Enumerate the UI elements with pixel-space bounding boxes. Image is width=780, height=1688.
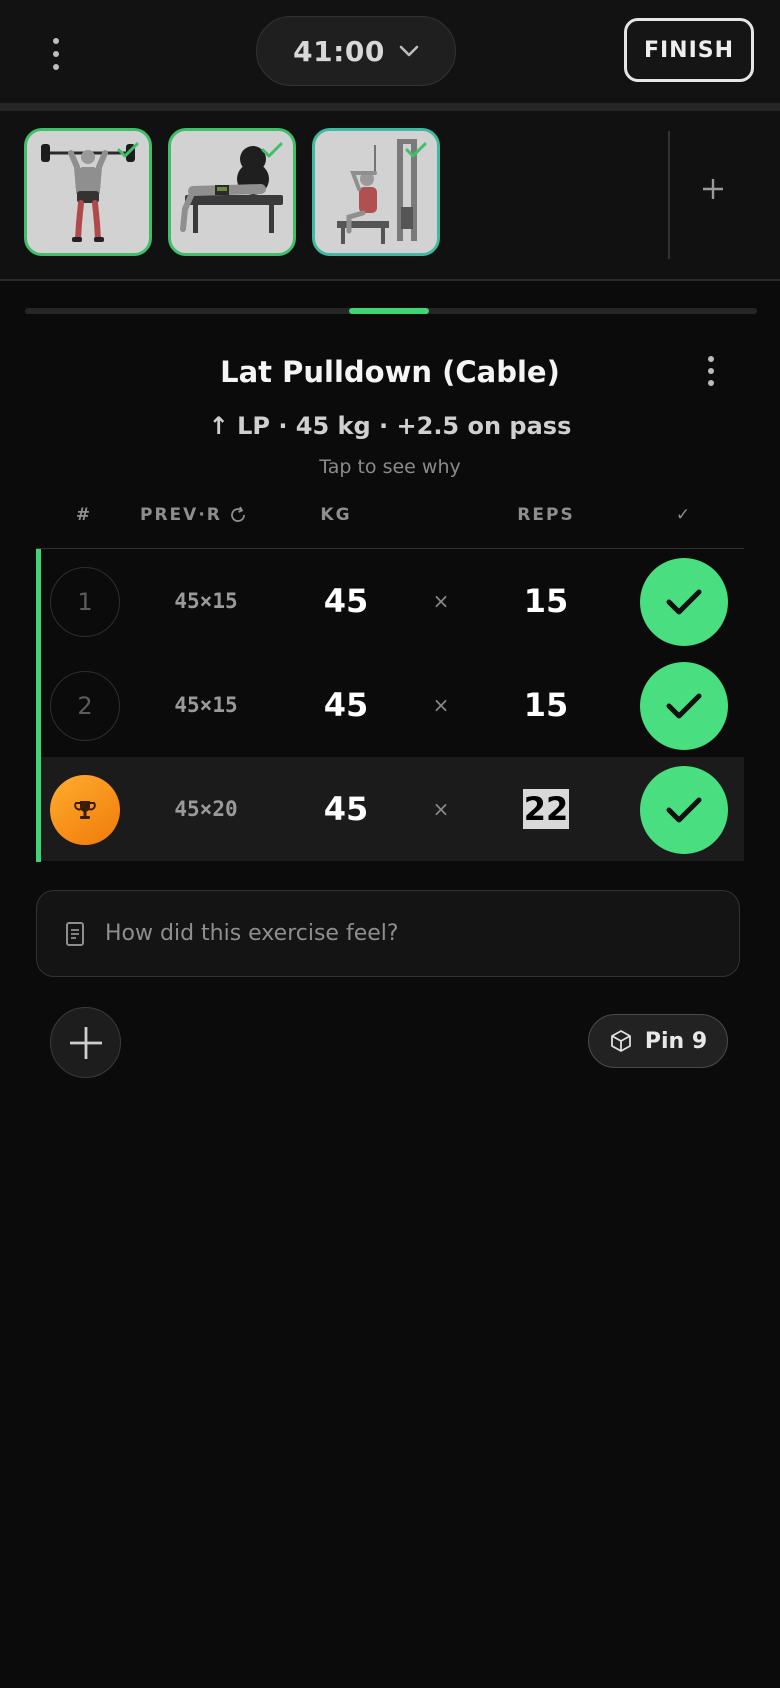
plus-icon <box>69 1026 102 1059</box>
weight-input[interactable]: 45 <box>296 653 396 757</box>
set-number[interactable]: 2 <box>50 671 120 741</box>
complete-set-button[interactable] <box>640 766 728 854</box>
exercise-menu-icon[interactable] <box>703 356 719 386</box>
complete-set-button[interactable] <box>640 558 728 646</box>
pr-set-badge[interactable] <box>50 775 120 845</box>
plus-icon <box>703 179 723 199</box>
note-icon <box>66 921 84 946</box>
check-icon <box>666 693 702 719</box>
exercise-thumb-overhead-press[interactable] <box>24 128 152 256</box>
suggestion-hint[interactable]: Tap to see why <box>0 456 780 478</box>
strip-divider <box>668 131 670 259</box>
times-separator: × <box>432 797 450 821</box>
col-header-done: ✓ <box>675 505 693 525</box>
reps-selected-value: 22 <box>522 789 570 829</box>
add-exercise-button[interactable] <box>695 171 731 207</box>
col-header-set: # <box>75 505 93 525</box>
col-header-prev-label: PREV·R <box>140 505 222 525</box>
trophy-icon <box>74 801 96 819</box>
timer-value: 41:00 <box>293 34 385 68</box>
exercise-notes-field[interactable]: How did this exercise feel? <box>36 890 740 977</box>
add-set-button[interactable] <box>50 1007 121 1078</box>
complete-set-button[interactable] <box>640 662 728 750</box>
weight-input[interactable]: 45 <box>296 549 396 653</box>
reps-input[interactable]: 15 <box>496 653 596 757</box>
refresh-icon <box>231 506 245 522</box>
notes-placeholder: How did this exercise feel? <box>105 921 399 946</box>
completed-check-icon <box>117 142 139 158</box>
exercise-progress-indicator <box>349 308 429 314</box>
weight-input[interactable]: 45 <box>296 757 396 861</box>
completed-check-icon <box>405 142 427 158</box>
top-bar: 41:00 FINISH <box>0 0 780 103</box>
set-number[interactable]: 1 <box>50 567 120 637</box>
reps-input-focused[interactable]: 22 <box>496 757 596 861</box>
previous-value[interactable]: 45×20 <box>146 757 266 861</box>
col-header-prev[interactable]: PREV·R <box>140 505 280 525</box>
pin-button[interactable]: Pin 9 <box>588 1014 728 1068</box>
workout-menu-icon[interactable] <box>44 38 68 70</box>
completed-sets-indicator <box>36 549 41 862</box>
exercise-thumb-bench-press[interactable] <box>168 128 296 256</box>
exercise-title[interactable]: Lat Pulldown (Cable) <box>0 355 780 389</box>
cube-icon <box>610 1030 631 1052</box>
col-header-reps: REPS <box>517 505 575 525</box>
exercise-strip <box>0 111 780 281</box>
previous-value[interactable]: 45×15 <box>146 653 266 757</box>
check-icon <box>666 589 702 615</box>
previous-value[interactable]: 45×15 <box>146 549 266 653</box>
finish-button[interactable]: FINISH <box>624 18 754 82</box>
set-row-current: 45×20 45 × 22 <box>36 757 744 861</box>
header-divider <box>0 103 780 111</box>
pin-label: Pin 9 <box>644 1028 708 1054</box>
exercise-thumb-lat-pulldown[interactable] <box>312 128 440 256</box>
times-separator: × <box>432 589 450 613</box>
reps-input[interactable]: 15 <box>496 549 596 653</box>
chevron-down-icon <box>399 45 419 57</box>
set-row: 1 45×15 45 × 15 <box>36 549 744 653</box>
col-header-kg: KG <box>320 505 352 525</box>
completed-check-icon <box>261 142 283 158</box>
workout-timer[interactable]: 41:00 <box>256 16 456 86</box>
times-separator: × <box>432 693 450 717</box>
check-icon <box>666 797 702 823</box>
progression-suggestion[interactable]: ↑ LP · 45 kg · +2.5 on pass <box>0 412 780 440</box>
set-row: 2 45×15 45 × 15 <box>36 653 744 757</box>
